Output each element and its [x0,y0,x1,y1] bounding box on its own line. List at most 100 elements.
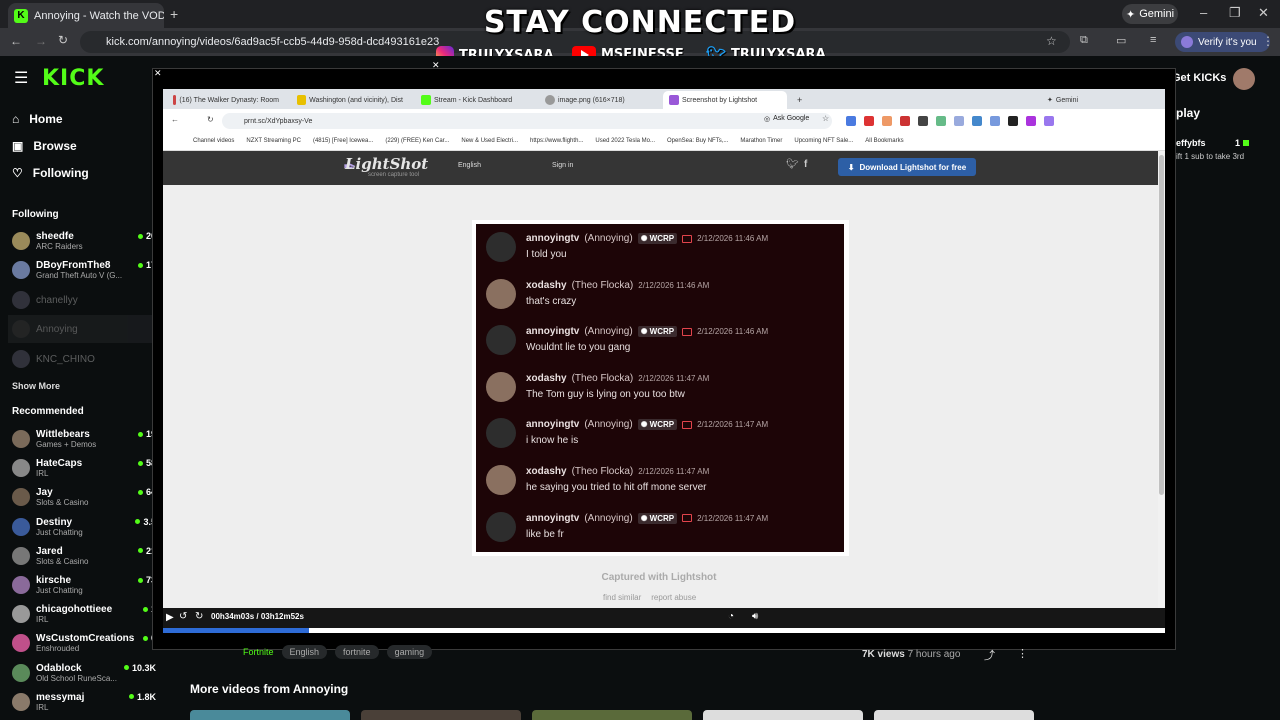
get-kicks-button[interactable]: Get KICKs [1172,66,1228,90]
find-similar-link[interactable]: find similar [603,593,641,602]
sidebar-channel[interactable]: messymaj IRL 1.8K [12,688,160,716]
speed-icon[interactable]: ◔ [728,611,734,622]
report-abuse-link[interactable]: report abuse [651,593,696,602]
bookmark-item[interactable]: OpenSea: Buy NFTs,... [667,138,728,144]
back-icon[interactable]: ← [171,115,179,124]
inner-tab[interactable]: Washington (and vicinity), Dist [291,91,409,109]
sidebar-channel[interactable]: chicagohottieeeIRL1 [12,600,160,628]
nav-home[interactable]: ⌂ Home [12,112,63,126]
language-select[interactable]: English [458,162,481,169]
sidebar-channel[interactable]: KNC_CHINO [12,345,160,373]
video-thumbnail[interactable] [703,710,863,720]
video-thumbnail[interactable] [532,710,692,720]
inner-address-bar[interactable]: prnt.sc/XdYpbaxsy-Ve [222,113,832,129]
close-icon[interactable]: ✕ [1258,5,1269,21]
sidebar-channel[interactable]: sheedfe ARC Raiders 20 [12,227,160,255]
kick-logo[interactable]: KICK [42,66,104,91]
extensions-icon[interactable]: ⧉ [1080,34,1088,47]
new-tab-icon[interactable]: + [170,6,178,22]
extension-icon[interactable] [918,116,928,126]
reload-icon[interactable]: ↻ [58,33,68,47]
facebook-icon[interactable]: f [804,159,807,170]
sidepanel-icon[interactable]: ▭ [1116,34,1126,47]
media-icon[interactable]: ≡ [1150,34,1156,46]
bookmark-item[interactable]: (4815) [Free] Icewea... [313,138,373,144]
sidebar-channel[interactable]: HateCaps IRL 58 [12,454,160,482]
sidebar-channel[interactable]: kirsche Just Chatting 73 [12,571,160,599]
nav-following[interactable]: ♡ Following [12,166,89,180]
sidebar-channel[interactable]: DBoyFromThe8 Grand Theft Auto V (G... 17 [12,256,160,284]
bookmark-item[interactable]: Channel videos [193,138,234,144]
bookmark-star-icon[interactable]: ☆ [1046,34,1057,48]
extension-icon[interactable] [882,116,892,126]
video-thumbnail[interactable] [874,710,1034,720]
tag-chip[interactable]: fortnite [335,645,379,659]
inner-tab[interactable]: Stream - Kick Dashboard [415,91,533,109]
extension-icon[interactable] [1044,116,1054,126]
bookmark-item[interactable]: All Bookmarks [865,138,903,144]
sidebar-channel[interactable]: Wittlebears Games + Demos 19 [12,425,160,453]
bookmark-item[interactable]: (229) (FREE) Ken Car... [385,138,449,144]
sidebar-channel[interactable]: chanellyy [12,286,160,314]
inner-tab[interactable]: image.png (616×718) [539,91,657,109]
share-icon[interactable]: ⤴ [984,647,995,663]
nav-browse[interactable]: ▣ Browse [12,139,77,153]
close-icon[interactable]: ✕ [432,60,440,71]
browser-tab[interactable]: K Annoying - Watch the VOD on Kick [8,3,164,28]
extension-icon[interactable] [990,116,1000,126]
bookmark-star-icon[interactable]: ☆ [822,114,829,123]
twitter-icon[interactable]: 🐦︎ [786,159,799,170]
category-link[interactable]: Fortnite [243,645,274,659]
forward-icon[interactable]: ↻ [195,611,203,622]
minimize-icon[interactable]: – [1200,5,1207,20]
sidebar-channel[interactable]: Jared Slots & Casino 21 [12,542,160,570]
sidebar-channel[interactable]: WsCustomCreationsEnshrouded6 [12,629,160,657]
gemini-button[interactable]: ✦ Gemini [1122,4,1178,24]
download-lightshot-button[interactable]: ⬇ Download Lightshot for free [838,158,976,176]
sidebar-channel[interactable]: Jay Slots & Casino 64 [12,483,160,511]
new-tab-icon[interactable]: + [791,91,808,109]
progress-bar[interactable] [163,628,1165,633]
extension-icon[interactable] [900,116,910,126]
bookmark-item[interactable]: New & Used Electri... [461,138,518,144]
maximize-icon[interactable]: ❐ [1229,5,1241,21]
user-avatar[interactable] [1233,68,1255,90]
sidebar-channel-active[interactable]: Annoying [8,315,160,343]
forward-icon[interactable]: → [35,34,47,48]
bookmark-item[interactable]: Marathon Timer [740,138,782,144]
close-icon[interactable]: ✕ [154,68,162,79]
bookmark-item[interactable]: Used 2022 Tesla Mo... [595,138,655,144]
extension-icon[interactable] [864,116,874,126]
rewind-icon[interactable]: ↺ [179,611,187,622]
more-options-icon[interactable]: ⋮ [1017,647,1028,660]
sign-in-link[interactable]: Sign in [552,162,573,169]
extension-icon[interactable] [936,116,946,126]
reload-icon[interactable]: ↻ [207,115,214,124]
bookmark-item[interactable]: Upcoming NFT Sale... [794,138,853,144]
inner-tab[interactable]: (16) The Walker Dynasty: Room [167,91,285,109]
tag-chip[interactable]: English [281,645,328,659]
extension-icon[interactable] [1008,116,1018,126]
tag-chip[interactable]: gaming [386,645,433,659]
show-more-link[interactable]: Show More [12,381,60,391]
extension-icon[interactable] [846,116,856,126]
menu-kebab-icon[interactable]: ⋮ [1262,34,1274,48]
lightshot-logo[interactable]: LightShot [345,155,428,173]
extension-icon[interactable] [972,116,982,126]
bookmark-item[interactable]: NZXT Streaming PC [246,138,301,144]
volume-icon[interactable]: 🔊︎ [752,611,758,622]
ask-google-button[interactable]: ◎ Ask Google [764,115,809,123]
extension-icon[interactable] [1026,116,1036,126]
hamburger-menu-icon[interactable]: ☰ [14,68,28,88]
inner-gemini-button[interactable]: ✦ Gemini [1041,91,1084,109]
extension-icon[interactable] [954,116,964,126]
sidebar-channel[interactable]: Odablock Old School RuneSca... 10.3K [12,659,160,687]
play-icon[interactable]: ▶ [166,612,174,623]
bookmark-item[interactable]: https://www.flighth... [530,138,583,144]
inner-tab-active[interactable]: Screenshot by Lightshot [663,91,787,109]
video-thumbnail[interactable] [190,710,350,720]
scrollbar-thumb[interactable] [1159,155,1164,495]
video-thumbnail[interactable] [361,710,521,720]
verify-profile-button[interactable]: Verify it's you [1175,32,1270,52]
back-icon[interactable]: ← [10,34,22,48]
